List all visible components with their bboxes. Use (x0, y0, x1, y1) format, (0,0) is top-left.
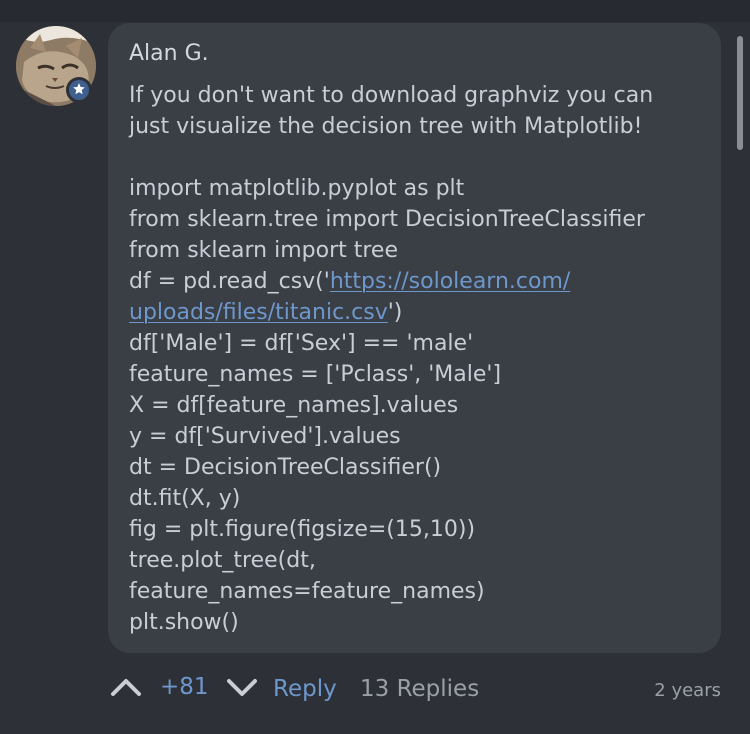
code-line: df['Male'] = df['Sex'] == 'male' (129, 331, 474, 356)
code-line: from sklearn.tree import DecisionTreeCla… (129, 207, 645, 232)
code-line: dt.fit(X, y) (129, 486, 241, 511)
code-line: from sklearn import tree (129, 238, 399, 263)
replies-count[interactable]: 13 Replies (360, 676, 479, 702)
read-csv-suffix: ') (387, 300, 403, 325)
top-strip (0, 0, 750, 22)
csv-link-cont[interactable]: uploads/files/titanic.csv (129, 300, 388, 325)
chevron-down-icon[interactable] (226, 676, 258, 702)
code-line-read-csv: df = pd.read_csv('https://sololearn.com/ (129, 266, 709, 297)
code-line: plt.show() (129, 610, 239, 635)
code-line: import matplotlib.pyplot as plt (129, 176, 465, 201)
csv-link[interactable]: https://sololearn.com/ (330, 269, 570, 294)
code-line: fig = plt.figure(figsize=(15,10)) (129, 517, 476, 542)
reply-button[interactable]: Reply (273, 676, 337, 702)
intro-line: If you don't want to download graphviz y… (129, 83, 654, 108)
moderator-badge (66, 77, 92, 103)
comment-body: If you don't want to download graphviz y… (129, 80, 709, 638)
code-line: X = df[feature_names].values (129, 393, 459, 418)
star-icon (72, 81, 86, 100)
timestamp: 2 years (654, 680, 721, 701)
chevron-up-icon[interactable] (110, 676, 142, 702)
author-name[interactable]: Alan G. (129, 41, 209, 66)
vote-count: +81 (160, 674, 209, 700)
code-line: dt = DecisionTreeClassifier() (129, 455, 442, 480)
code-line-read-csv-cont: uploads/files/titanic.csv') (129, 297, 709, 328)
intro-line: just visualize the decision tree with Ma… (129, 114, 643, 139)
scrollbar[interactable] (737, 36, 743, 150)
code-line: tree.plot_tree(dt, (129, 548, 316, 573)
read-csv-prefix: df = pd.read_csv(' (129, 269, 330, 294)
code-line: feature_names=feature_names) (129, 579, 485, 604)
code-line: y = df['Survived'].values (129, 424, 401, 449)
code-line: feature_names = ['Pclass', 'Male'] (129, 362, 502, 387)
comment-footer: +81 Reply 13 Replies 2 years (0, 668, 750, 712)
